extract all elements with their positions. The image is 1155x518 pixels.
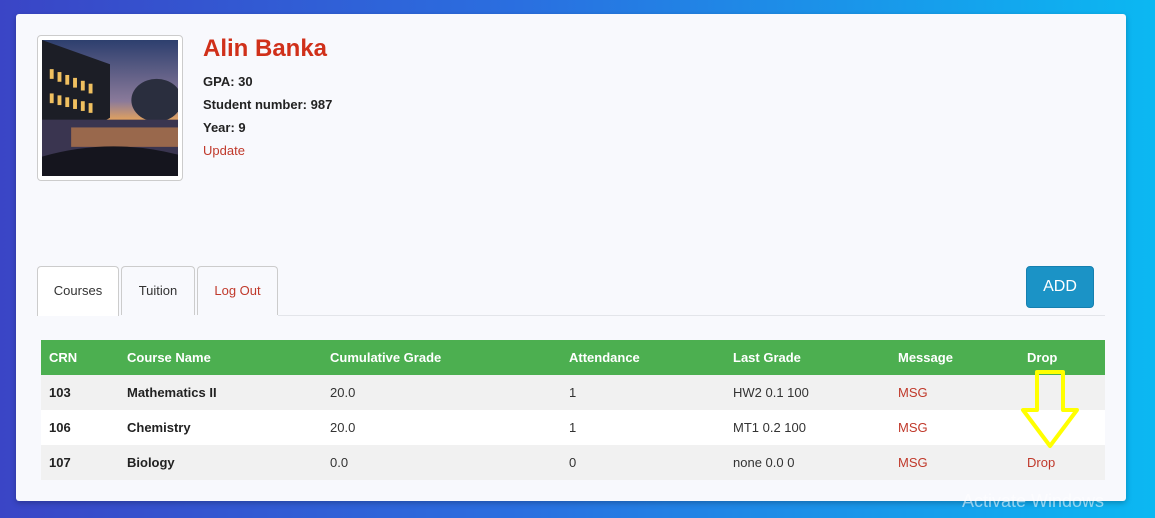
header-last-grade: Last Grade <box>725 340 890 375</box>
msg-link[interactable]: MSG <box>898 455 928 470</box>
last-grade-cell: MT1 0.2 100 <box>725 410 890 445</box>
profile-photo <box>37 35 183 181</box>
header-cumulative-grade: Cumulative Grade <box>322 340 561 375</box>
msg-link[interactable]: MSG <box>898 385 928 400</box>
last-grade-cell: HW2 0.1 100 <box>725 375 890 410</box>
attendance-cell: 1 <box>561 410 725 445</box>
tab-courses[interactable]: Courses <box>37 266 119 316</box>
message-cell: MSG <box>890 410 1019 445</box>
update-link[interactable]: Update <box>203 139 332 162</box>
profile-card: Alin Banka GPA: 30 Student number: 987 Y… <box>16 14 1126 501</box>
attendance-cell: 0 <box>561 445 725 480</box>
msg-link[interactable]: MSG <box>898 420 928 435</box>
crn-cell: 107 <box>41 445 119 480</box>
tab-log-out[interactable]: Log Out <box>197 266 278 315</box>
year-text: Year: 9 <box>203 120 246 135</box>
gpa-text: GPA: 30 <box>203 74 253 89</box>
course-name-cell: Chemistry <box>119 410 322 445</box>
header-course-name: Course Name <box>119 340 322 375</box>
add-button[interactable]: ADD <box>1026 266 1094 308</box>
cumulative-grade-cell: 20.0 <box>322 410 561 445</box>
table-row: 103 Mathematics II 20.0 1 HW2 0.1 100 MS… <box>41 375 1105 410</box>
tab-divider <box>278 315 1105 316</box>
drop-link[interactable]: Drop <box>1027 455 1055 470</box>
activate-windows-watermark: Activate Windows <box>962 491 1105 511</box>
header-attendance: Attendance <box>561 340 725 375</box>
down-arrow-icon <box>1021 370 1079 448</box>
crn-cell: 103 <box>41 375 119 410</box>
message-cell: MSG <box>890 445 1019 480</box>
last-grade-cell: none 0.0 0 <box>725 445 890 480</box>
header-message: Message <box>890 340 1019 375</box>
table-row: 107 Biology 0.0 0 none 0.0 0 MSG Drop <box>41 445 1105 480</box>
table-row: 106 Chemistry 20.0 1 MT1 0.2 100 MSG <box>41 410 1105 445</box>
course-name-cell: Mathematics II <box>119 375 322 410</box>
drop-cell: Drop <box>1019 445 1105 480</box>
course-name-cell: Biology <box>119 445 322 480</box>
building-sunset-image <box>42 40 178 176</box>
message-cell: MSG <box>890 375 1019 410</box>
courses-table: CRN Course Name Cumulative Grade Attenda… <box>41 340 1105 480</box>
profile-info: Alin Banka GPA: 30 Student number: 987 Y… <box>203 34 332 162</box>
crn-cell: 106 <box>41 410 119 445</box>
cumulative-grade-cell: 0.0 <box>322 445 561 480</box>
tab-tuition[interactable]: Tuition <box>121 266 195 315</box>
cumulative-grade-cell: 20.0 <box>322 375 561 410</box>
student-number-text: Student number: 987 <box>203 97 333 112</box>
student-name: Alin Banka <box>203 35 328 62</box>
attendance-cell: 1 <box>561 375 725 410</box>
header-crn: CRN <box>41 340 119 375</box>
table-header-row: CRN Course Name Cumulative Grade Attenda… <box>41 340 1105 375</box>
